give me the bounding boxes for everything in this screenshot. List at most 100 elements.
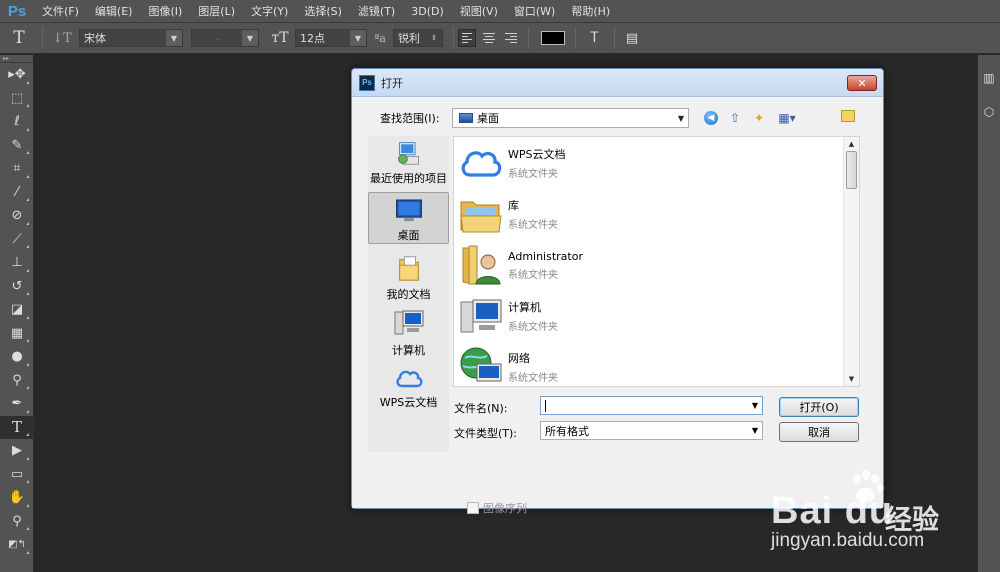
- align-left-button[interactable]: [458, 29, 476, 47]
- look-in-select[interactable]: 桌面 ▼: [452, 108, 689, 128]
- gradient-tool-icon[interactable]: ▦: [0, 322, 34, 346]
- type-tool-icon[interactable]: T: [0, 415, 34, 439]
- menu-window[interactable]: 窗口(W): [506, 3, 563, 19]
- color-swap-icon[interactable]: ◩↰: [0, 533, 34, 557]
- back-button[interactable]: ◀: [702, 109, 720, 127]
- file-list-scrollbar[interactable]: ▲ ▼: [843, 137, 859, 386]
- place-computer[interactable]: 计算机: [368, 308, 449, 358]
- menu-image[interactable]: 图像(I): [140, 3, 190, 19]
- menu-filter[interactable]: 滤镜(T): [350, 3, 403, 19]
- type-tool-preset-icon[interactable]: T: [0, 28, 38, 48]
- clone-stamp-tool-icon[interactable]: ⊥: [0, 251, 34, 275]
- warp-text-icon[interactable]: Ꭲ: [580, 30, 610, 46]
- file-item-administrator[interactable]: Administrator 系统文件夹: [458, 240, 838, 290]
- filename-input[interactable]: ▼: [540, 396, 763, 415]
- lasso-tool-icon[interactable]: ℓ: [0, 110, 34, 134]
- place-label: 我的文档: [386, 288, 431, 301]
- file-type: 系统文件夹: [508, 322, 558, 333]
- cancel-button[interactable]: 取消: [779, 422, 859, 442]
- close-button[interactable]: ✕: [847, 75, 877, 91]
- path-select-tool-icon[interactable]: ▶: [0, 439, 34, 463]
- navigation-toolbar: ◀ ⇧ ✦ ▦▾: [702, 109, 800, 127]
- chevron-down-icon[interactable]: ▼: [752, 401, 758, 410]
- properties-panel-icon[interactable]: ⬡: [978, 101, 1000, 123]
- blur-tool-icon[interactable]: ●: [0, 345, 34, 369]
- menu-3d[interactable]: 3D(D): [403, 5, 452, 18]
- align-center-button[interactable]: [480, 29, 498, 47]
- tools-panel: ▸▸ ▸✥ ⬚ ℓ ✎ ⌗ ⁄ ⊘ ⟋ ⊥ ↺ ◪ ▦ ● ⚲ ✒ T ▶ ▭ …: [0, 55, 34, 572]
- font-family-value: 宋体: [84, 32, 106, 45]
- baidu-logo-text: Bai du: [771, 490, 894, 532]
- new-folder-icon[interactable]: ✦: [750, 109, 768, 127]
- chevron-down-icon: ▼: [350, 30, 366, 46]
- file-name: 库: [508, 199, 519, 212]
- documents-icon: [398, 256, 419, 281]
- chevron-down-icon: ▼: [242, 30, 258, 46]
- view-menu-icon[interactable]: ▦▾: [774, 109, 800, 127]
- quick-select-tool-icon[interactable]: ✎: [0, 134, 34, 158]
- filetype-value: 所有格式: [545, 424, 589, 438]
- scroll-up-icon[interactable]: ▲: [844, 137, 859, 151]
- history-panel-icon[interactable]: ▥: [978, 67, 1000, 89]
- rectangle-tool-icon[interactable]: ▭: [0, 463, 34, 487]
- menu-type[interactable]: 文字(Y): [243, 3, 296, 19]
- file-name: WPS云文档: [508, 148, 566, 161]
- pen-tool-icon[interactable]: ✒: [0, 392, 34, 416]
- place-recent-items[interactable]: 最近使用的项目: [368, 140, 449, 186]
- menu-layer[interactable]: 图层(L): [190, 3, 243, 19]
- dialog-titlebar[interactable]: Ps 打开 ✕: [352, 69, 883, 97]
- panels-toggle-icon[interactable]: ▤: [619, 31, 645, 46]
- menu-edit[interactable]: 编辑(E): [87, 3, 141, 19]
- move-tool-icon[interactable]: ▸✥: [0, 63, 34, 87]
- place-my-documents[interactable]: 我的文档: [368, 254, 449, 302]
- menu-help[interactable]: 帮助(H): [563, 3, 618, 19]
- font-size-select[interactable]: 12点 ▼: [295, 29, 367, 47]
- scrollbar-thumb[interactable]: [846, 151, 857, 189]
- marquee-tool-icon[interactable]: ⬚: [0, 87, 34, 111]
- open-dialog: Ps 打开 ✕ 查找范围(I): 桌面 ▼ ◀ ⇧ ✦ ▦▾ 最近使用的项目 桌…: [351, 68, 884, 515]
- eyedropper-tool-icon[interactable]: ⁄: [0, 181, 34, 205]
- file-item-library[interactable]: 库 系统文件夹: [458, 189, 838, 239]
- favorites-folder-icon[interactable]: [841, 110, 855, 122]
- brush-tool-icon[interactable]: ⟋: [0, 228, 34, 252]
- hand-tool-icon[interactable]: ✋: [0, 486, 34, 510]
- up-folder-icon[interactable]: ⇧: [726, 109, 744, 127]
- antialias-select[interactable]: 锐利 ⇕: [393, 29, 443, 47]
- place-desktop[interactable]: 桌面: [368, 192, 449, 244]
- font-style-select[interactable]: - ▼: [191, 29, 259, 47]
- text-caret: [545, 399, 546, 412]
- file-name: 计算机: [508, 301, 541, 314]
- open-button[interactable]: 打开(O): [779, 397, 859, 417]
- healing-brush-tool-icon[interactable]: ⊘: [0, 204, 34, 228]
- file-item-wps-cloud[interactable]: WPS云文档 系统文件夹: [458, 138, 838, 188]
- file-type: 系统文件夹: [508, 220, 558, 231]
- dodge-tool-icon[interactable]: ⚲: [0, 369, 34, 393]
- eraser-tool-icon[interactable]: ◪: [0, 298, 34, 322]
- menu-bar: Ps 文件(F) 编辑(E) 图像(I) 图层(L) 文字(Y) 选择(S) 滤…: [0, 0, 1000, 22]
- place-wps-cloud[interactable]: WPS云文档: [368, 366, 449, 412]
- menu-select[interactable]: 选择(S): [296, 3, 350, 19]
- file-list: WPS云文档 系统文件夹 库 系统文件夹 Administrator 系统文件夹…: [453, 136, 860, 387]
- filetype-select[interactable]: 所有格式 ▼: [540, 421, 763, 440]
- menu-view[interactable]: 视图(V): [452, 3, 506, 19]
- scroll-down-icon[interactable]: ▼: [844, 372, 859, 386]
- image-sequence-checkbox[interactable]: [467, 502, 479, 514]
- text-color-swatch[interactable]: [541, 31, 565, 45]
- image-sequence-option[interactable]: 图像序列: [467, 500, 527, 516]
- file-item-computer[interactable]: 计算机 系统文件夹: [458, 291, 838, 341]
- menu-file[interactable]: 文件(F): [34, 3, 87, 19]
- antialias-icon: ªa: [374, 31, 386, 45]
- panel-grip[interactable]: ▸▸: [0, 55, 33, 63]
- font-family-select[interactable]: 宋体 ▼: [79, 29, 183, 47]
- zoom-tool-icon[interactable]: ⚲: [0, 510, 34, 534]
- align-right-button[interactable]: [502, 29, 520, 47]
- photoshop-logo: Ps: [7, 2, 27, 20]
- places-bar: 最近使用的项目 桌面 我的文档 计算机 WPS云文档: [368, 136, 449, 452]
- crop-tool-icon[interactable]: ⌗: [0, 157, 34, 181]
- toggle-orientation-icon[interactable]: ↓T: [47, 31, 77, 46]
- place-label: WPS云文档: [379, 396, 438, 409]
- file-item-network[interactable]: 网络 系统文件夹: [458, 342, 838, 386]
- history-brush-tool-icon[interactable]: ↺: [0, 275, 34, 299]
- chevron-down-icon: ▼: [751, 426, 758, 435]
- network-icon: [460, 347, 502, 382]
